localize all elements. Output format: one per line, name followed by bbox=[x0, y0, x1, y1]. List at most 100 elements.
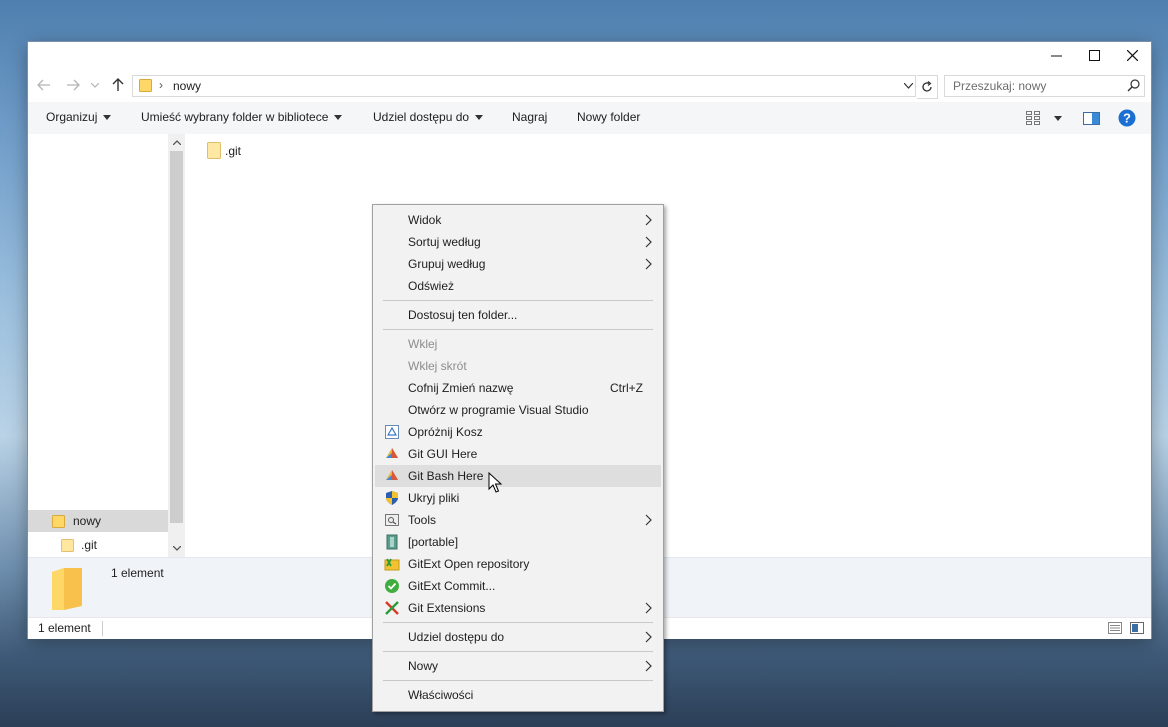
search-box[interactable] bbox=[944, 75, 1145, 97]
change-view-button[interactable] bbox=[1026, 108, 1062, 128]
forward-arrow-icon bbox=[67, 79, 80, 91]
portable-icon bbox=[386, 534, 398, 550]
menu-item-sort-by[interactable]: Sortuj według bbox=[375, 231, 661, 253]
menu-item-paste[interactable]: Wklej bbox=[375, 333, 661, 355]
menu-separator bbox=[383, 300, 653, 301]
view-options-icon bbox=[1026, 111, 1040, 125]
preview-pane-button[interactable] bbox=[1083, 108, 1100, 128]
menu-item-label: Wklej skrót bbox=[408, 359, 467, 373]
menu-item-git-bash-here[interactable]: Git Bash Here bbox=[375, 465, 661, 487]
minimize-button[interactable] bbox=[1037, 42, 1075, 68]
chevron-right-icon bbox=[645, 602, 652, 614]
menu-item-properties[interactable]: Właściwości bbox=[375, 684, 661, 706]
menu-item-paste-shortcut[interactable]: Wklej skrót bbox=[375, 355, 661, 377]
scroll-down-button[interactable] bbox=[168, 540, 185, 557]
nav-item-nowy[interactable]: nowy bbox=[28, 510, 168, 532]
chevron-down-icon bbox=[91, 82, 99, 88]
organize-label: Organizuj bbox=[46, 110, 98, 124]
menu-item-refresh[interactable]: Odśwież bbox=[375, 275, 661, 297]
maximize-button[interactable] bbox=[1075, 42, 1113, 68]
folder-icon bbox=[207, 142, 221, 159]
menu-item-label: Grupuj według bbox=[408, 257, 486, 271]
address-row: › nowy bbox=[28, 72, 1151, 99]
recycle-bin-icon bbox=[385, 425, 399, 439]
menu-item-view[interactable]: Widok bbox=[375, 209, 661, 231]
menu-item-empty-recycle-bin[interactable]: Opróżnij Kosz bbox=[375, 421, 661, 443]
address-dropdown-button[interactable] bbox=[899, 76, 917, 96]
menu-item-portable[interactable]: [portable] bbox=[375, 531, 661, 553]
chevron-down-icon bbox=[172, 546, 181, 551]
include-in-library-button[interactable]: Umieść wybrany folder w bibliotece bbox=[141, 110, 343, 124]
menu-item-label: Ukryj pliki bbox=[408, 491, 460, 505]
recent-locations-button[interactable] bbox=[89, 75, 101, 95]
breadcrumb-separator: › bbox=[159, 78, 163, 92]
scroll-up-button[interactable] bbox=[168, 134, 185, 151]
menu-item-label: Git GUI Here bbox=[408, 447, 478, 461]
folder-icon bbox=[61, 538, 74, 552]
help-icon: ? bbox=[1118, 109, 1136, 127]
forward-button[interactable] bbox=[63, 75, 83, 95]
navigation-scrollbar[interactable] bbox=[168, 134, 185, 557]
refresh-button[interactable] bbox=[917, 75, 938, 99]
folder-icon bbox=[52, 514, 65, 528]
menu-item-label: Właściwości bbox=[408, 688, 474, 702]
scrollbar-thumb[interactable] bbox=[170, 151, 183, 523]
menu-item-label: Nowy bbox=[408, 659, 439, 673]
breadcrumb-current[interactable]: nowy bbox=[173, 79, 201, 93]
up-button[interactable] bbox=[108, 75, 128, 95]
menu-item-label: Widok bbox=[408, 213, 442, 227]
menu-item-group-by[interactable]: Grupuj według bbox=[375, 253, 661, 275]
burn-button[interactable]: Nagraj bbox=[512, 110, 547, 124]
address-bar[interactable]: › nowy bbox=[132, 75, 916, 97]
caret-down-icon bbox=[1054, 115, 1062, 121]
details-view-button[interactable] bbox=[1106, 620, 1124, 636]
menu-item-hide-files[interactable]: Ukryj pliki bbox=[375, 487, 661, 509]
chevron-right-icon bbox=[645, 631, 652, 643]
nav-item-git[interactable]: .git bbox=[28, 534, 168, 556]
menu-item-share-with[interactable]: Udziel dostępu do bbox=[375, 626, 661, 648]
search-input[interactable] bbox=[945, 76, 1123, 96]
chevron-right-icon bbox=[645, 214, 652, 226]
menu-item-label: Git Bash Here bbox=[408, 469, 484, 483]
menu-item-git-gui-here[interactable]: Git GUI Here bbox=[375, 443, 661, 465]
menu-item-git-extensions[interactable]: Git Extensions bbox=[375, 597, 661, 619]
large-icons-view-button[interactable] bbox=[1128, 620, 1146, 636]
chevron-up-icon bbox=[172, 140, 181, 145]
menu-item-undo-rename[interactable]: Cofnij Zmień nazwę Ctrl+Z bbox=[375, 377, 661, 399]
menu-item-customize-folder[interactable]: Dostosuj ten folder... bbox=[375, 304, 661, 326]
share-with-button[interactable]: Udziel dostępu do bbox=[373, 110, 484, 124]
nav-item-label: .git bbox=[81, 538, 98, 552]
file-list[interactable]: .git bbox=[185, 134, 1151, 557]
back-arrow-icon bbox=[37, 79, 50, 91]
help-button[interactable]: ? bbox=[1118, 108, 1136, 128]
shield-icon bbox=[386, 491, 398, 505]
menu-item-label: Git Extensions bbox=[408, 601, 486, 615]
share-with-label: Udziel dostępu do bbox=[373, 110, 470, 124]
file-item-label: .git bbox=[225, 143, 242, 158]
close-button[interactable] bbox=[1113, 42, 1151, 68]
menu-item-new[interactable]: Nowy bbox=[375, 655, 661, 677]
organize-button[interactable]: Organizuj bbox=[46, 110, 112, 124]
caret-down-icon bbox=[103, 115, 112, 121]
search-icon bbox=[1127, 79, 1140, 92]
menu-item-gitext-open-repository[interactable]: GitExt Open repository bbox=[375, 553, 661, 575]
new-folder-button[interactable]: Nowy folder bbox=[577, 110, 640, 124]
status-divider bbox=[102, 621, 103, 636]
svg-text:?: ? bbox=[1123, 111, 1131, 126]
menu-item-label: Dostosuj ten folder... bbox=[408, 308, 518, 322]
tools-icon bbox=[385, 514, 399, 526]
menu-item-label: GitExt Commit... bbox=[408, 579, 496, 593]
back-button[interactable] bbox=[34, 75, 54, 95]
menu-item-tools[interactable]: Tools bbox=[375, 509, 661, 531]
menu-item-open-in-visual-studio[interactable]: Otwórz w programie Visual Studio bbox=[375, 399, 661, 421]
folder-icon bbox=[139, 79, 152, 92]
menu-item-gitext-commit[interactable]: GitExt Commit... bbox=[375, 575, 661, 597]
menu-item-label: GitExt Open repository bbox=[408, 557, 530, 571]
menu-separator bbox=[383, 622, 653, 623]
details-view-icon bbox=[1108, 622, 1122, 634]
title-bar bbox=[28, 42, 1151, 70]
chevron-right-icon bbox=[645, 258, 652, 270]
maximize-icon bbox=[1088, 49, 1100, 61]
file-item-git[interactable]: .git bbox=[207, 142, 241, 159]
navigation-pane: nowy .git bbox=[28, 134, 185, 557]
